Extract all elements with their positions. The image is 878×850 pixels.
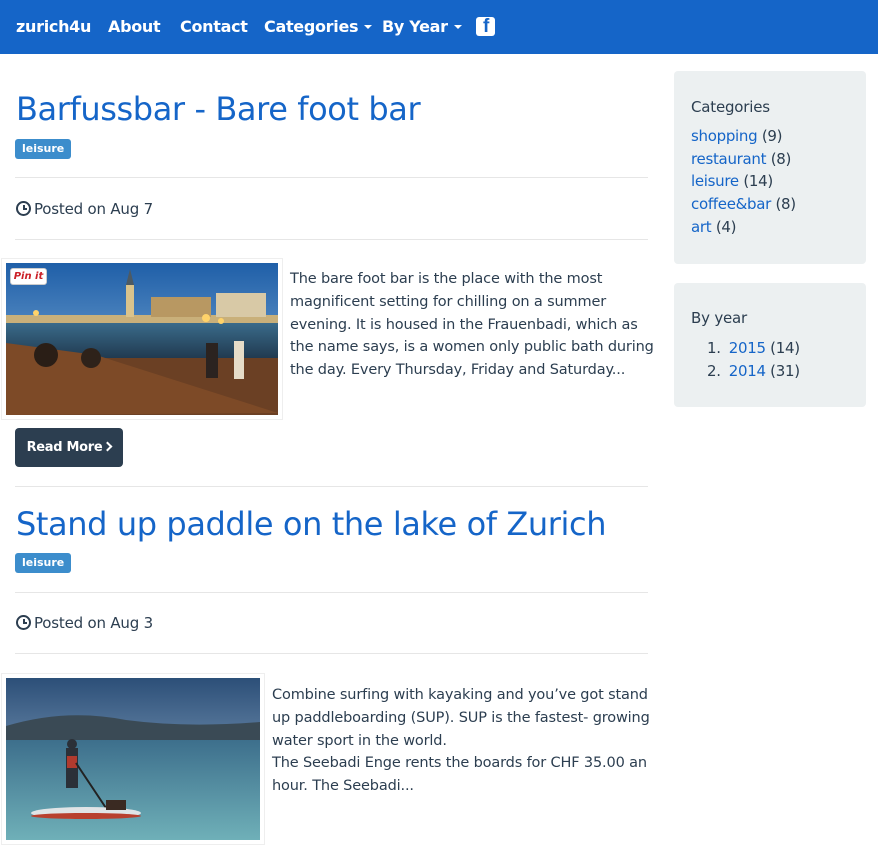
- category-count: (8): [770, 150, 792, 168]
- post-image-paddle: [6, 678, 260, 840]
- category-link[interactable]: shopping: [691, 127, 758, 145]
- tag-badge[interactable]: leisure: [15, 553, 72, 573]
- year-count: (14): [770, 339, 800, 357]
- category-link[interactable]: restaurant: [691, 150, 767, 168]
- nav-contact[interactable]: Contact: [180, 17, 248, 36]
- post-title[interactable]: Barfussbar - Bare foot bar: [16, 90, 421, 128]
- category-item-shopping: shopping (9): [691, 127, 782, 145]
- category-item-coffee-bar: coffee&bar (8): [691, 195, 796, 213]
- post-excerpt: Combine surfing with kayaking and you’ve…: [272, 684, 657, 798]
- category-count: (8): [775, 195, 797, 213]
- year-item-2015: 1. 2015 (14): [707, 339, 800, 357]
- post-title[interactable]: Stand up paddle on the lake of Zurich: [16, 505, 607, 543]
- nav-categories-dropdown[interactable]: Categories: [264, 17, 373, 36]
- category-item-art: art (4): [691, 218, 736, 236]
- caret-down-icon: [453, 24, 462, 29]
- category-count: (4): [715, 218, 737, 236]
- divider: [15, 177, 648, 178]
- divider: [15, 486, 648, 487]
- category-link[interactable]: art: [691, 218, 712, 236]
- caret-down-icon: [364, 24, 373, 29]
- category-item-restaurant: restaurant (8): [691, 150, 791, 168]
- category-link[interactable]: leisure: [691, 172, 739, 190]
- post-date: Posted on Aug 3: [16, 614, 153, 632]
- nav-categories-label: Categories: [264, 17, 359, 36]
- post-date-text: Posted on Aug 7: [34, 200, 153, 218]
- nav-by-year-label: By Year: [382, 17, 448, 36]
- category-count: (14): [743, 172, 773, 190]
- read-more-label: Read More: [26, 440, 103, 455]
- post-image-frame[interactable]: [1, 673, 265, 845]
- post-image-barfussbar: [6, 263, 278, 415]
- tag-badge[interactable]: leisure: [15, 139, 72, 159]
- post-date: Posted on Aug 7: [16, 200, 153, 218]
- brand-link[interactable]: zurich4u: [16, 17, 91, 36]
- category-item-leisure: leisure (14): [691, 172, 773, 190]
- nav-about[interactable]: About: [108, 17, 161, 36]
- year-item-number: 2.: [707, 362, 721, 380]
- post-excerpt-paragraph: The Seebadi Enge rents the boards for CH…: [272, 755, 647, 795]
- year-item-2014: 2. 2014 (31): [707, 362, 800, 380]
- post-date-text: Posted on Aug 3: [34, 614, 153, 632]
- year-link[interactable]: 2014: [729, 362, 766, 380]
- by-year-title: By year: [691, 309, 747, 327]
- post-excerpt-paragraph: Combine surfing with kayaking and you’ve…: [272, 687, 650, 749]
- year-count: (31): [770, 362, 800, 380]
- category-count: (9): [761, 127, 783, 145]
- divider: [15, 592, 648, 593]
- clock-icon: [16, 615, 31, 630]
- year-link[interactable]: 2015: [729, 339, 766, 357]
- divider: [15, 239, 648, 240]
- categories-title: Categories: [691, 98, 770, 116]
- divider: [15, 653, 648, 654]
- nav-by-year-dropdown[interactable]: By Year: [382, 17, 462, 36]
- facebook-icon[interactable]: f: [476, 17, 495, 36]
- top-navbar: zurich4u About Contact Categories By Yea…: [0, 0, 878, 54]
- pin-it-button[interactable]: Pin it: [10, 268, 47, 285]
- category-link[interactable]: coffee&bar: [691, 195, 771, 213]
- clock-icon: [16, 201, 31, 216]
- post-excerpt: The bare foot bar is the place with the …: [290, 271, 654, 379]
- chevron-right-icon: [102, 441, 113, 452]
- by-year-widget: By year 1. 2015 (14) 2. 2014 (31): [674, 283, 866, 407]
- read-more-button[interactable]: Read More: [15, 428, 123, 467]
- year-item-number: 1.: [707, 339, 721, 357]
- categories-widget: Categories shopping (9) restaurant (8) l…: [674, 71, 866, 264]
